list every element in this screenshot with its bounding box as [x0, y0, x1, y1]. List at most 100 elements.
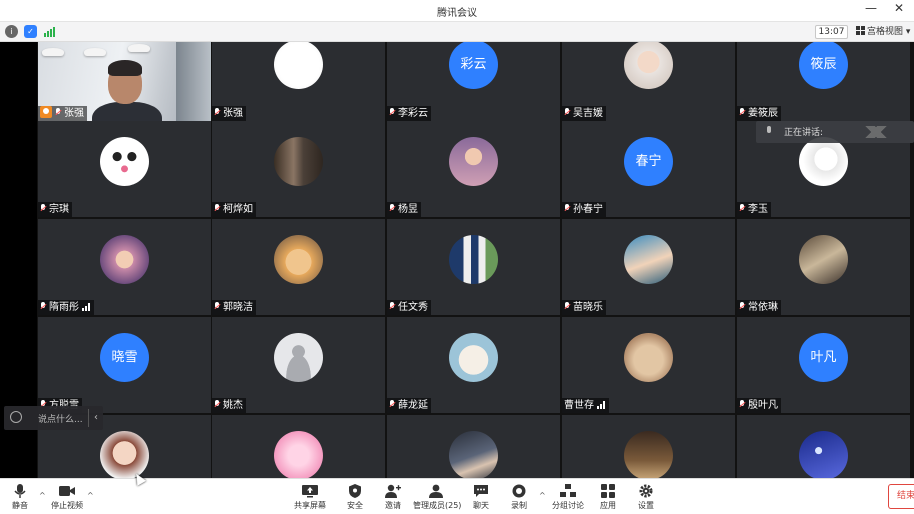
- participant-tile[interactable]: 晓雪方聪雪: [38, 317, 211, 413]
- participant-name: 吴吉媛: [573, 108, 603, 119]
- participant-tile[interactable]: 吴吉媛: [562, 42, 735, 121]
- record-icon: [511, 483, 527, 498]
- participant-name-tag: 李玉: [737, 202, 771, 217]
- participant-name: 薛龙延: [398, 400, 428, 411]
- participant-tile[interactable]: 宗琪: [38, 121, 211, 217]
- participant-tile[interactable]: 张强: [212, 42, 385, 121]
- participant-name: 苗晓乐: [573, 302, 603, 313]
- emoji-icon[interactable]: [10, 411, 22, 423]
- end-meeting-button[interactable]: 结束: [888, 484, 914, 509]
- participant-tile[interactable]: 筱辰 姜筱辰: [737, 42, 910, 121]
- manage-members-button[interactable]: 管理成员(25): [413, 483, 461, 513]
- signal-icon[interactable]: [44, 27, 56, 37]
- participant-name: 杨昱: [398, 204, 418, 215]
- participant-tile[interactable]: 姚杰: [212, 317, 385, 413]
- muted-mic-icon: [214, 302, 221, 311]
- muted-mic-icon: [214, 400, 221, 409]
- close-icon[interactable]: ✕: [890, 1, 908, 15]
- participant-avatar: [449, 431, 498, 478]
- minimize-icon[interactable]: —: [862, 1, 880, 15]
- muted-mic-icon: [564, 108, 571, 117]
- mute-label: 静音: [12, 501, 28, 510]
- muted-mic-icon: [739, 108, 746, 117]
- participant-name-tag: 曹世存: [562, 398, 609, 413]
- record-options-chevron-icon[interactable]: ^: [539, 491, 546, 500]
- speaking-label: 正在讲话:: [784, 128, 824, 138]
- muted-mic-icon: [40, 204, 47, 213]
- participant-avatar: 春宁: [624, 137, 673, 186]
- participant-tile[interactable]: [212, 415, 385, 478]
- participant-tile[interactable]: 隋雨彤: [38, 219, 211, 315]
- speaking-indicator: 正在讲话:: [756, 121, 914, 143]
- participant-name-tag: 杨昱: [387, 202, 421, 217]
- participant-name-tag: 张强: [38, 106, 87, 121]
- participant-name-tag: 隋雨彤: [38, 300, 94, 315]
- participant-tile[interactable]: 苗晓乐: [562, 219, 735, 315]
- security-label: 安全: [347, 501, 363, 510]
- signal-icon: [82, 303, 91, 311]
- participant-tile[interactable]: 薛龙延: [387, 317, 560, 413]
- participant-tile[interactable]: 叶凡 殷叶凡: [737, 317, 910, 413]
- participant-tile[interactable]: 彩云李彩云: [387, 42, 560, 121]
- participant-tile[interactable]: [562, 415, 735, 478]
- apps-button[interactable]: 应用: [597, 483, 619, 513]
- record-button[interactable]: 录制: [508, 483, 530, 513]
- participant-avatar: [449, 333, 498, 382]
- participant-tile[interactable]: [737, 415, 910, 478]
- collapse-chevron-icon[interactable]: ‹: [88, 409, 103, 427]
- chat-button[interactable]: 聊天: [470, 483, 492, 513]
- breakout-button[interactable]: 分组讨论: [551, 483, 585, 513]
- participant-avatar: 彩云: [449, 42, 498, 89]
- participant-avatar: [100, 431, 149, 478]
- participant-tile[interactable]: 杨昱: [387, 121, 560, 217]
- participant-tile[interactable]: 张强: [38, 42, 211, 121]
- participant-name: 张强: [64, 108, 84, 119]
- participant-tile[interactable]: 任文秀: [387, 219, 560, 315]
- participant-tile[interactable]: [387, 415, 560, 478]
- share-screen-button[interactable]: 共享屏幕: [293, 483, 327, 513]
- participant-tile[interactable]: 曹世存: [562, 317, 735, 413]
- quick-chat-box[interactable]: 说点什么... ‹: [4, 406, 103, 430]
- participant-avatar: [449, 137, 498, 186]
- participant-name: 李彩云: [398, 108, 428, 119]
- mute-button[interactable]: 静音: [7, 483, 33, 513]
- audio-options-chevron-icon[interactable]: ^: [39, 491, 46, 500]
- apps-label: 应用: [600, 501, 616, 510]
- participant-avatar: [274, 42, 323, 89]
- invite-button[interactable]: 邀请: [382, 483, 404, 513]
- participant-name: 宗琪: [49, 204, 69, 215]
- participant-name-tag: 任文秀: [387, 300, 431, 315]
- muted-mic-icon: [389, 204, 396, 213]
- participant-name-tag: 姚杰: [212, 398, 246, 413]
- participant-name-tag: 李彩云: [387, 106, 431, 121]
- participant-avatar: [449, 235, 498, 284]
- participant-avatar: [100, 137, 149, 186]
- members-icon: [428, 483, 444, 498]
- stop-video-button[interactable]: 停止视频: [49, 483, 85, 513]
- participant-name: 曹世存: [564, 400, 594, 411]
- info-icon[interactable]: i: [5, 25, 18, 38]
- participant-tile[interactable]: 柯烨如: [212, 121, 385, 217]
- apps-grid-icon: [600, 483, 616, 498]
- participant-avatar: [100, 235, 149, 284]
- breakout-icon: [560, 483, 576, 497]
- muted-mic-icon: [739, 400, 746, 409]
- shield-icon[interactable]: ✓: [24, 25, 37, 38]
- grid-icon: [856, 26, 865, 35]
- stop-video-label: 停止视频: [51, 501, 83, 510]
- muted-mic-icon: [564, 302, 571, 311]
- participant-tile[interactable]: 春宁 孙春宁: [562, 121, 735, 217]
- participant-tile[interactable]: 常依琳: [737, 219, 910, 315]
- meeting-toolbar: i ✓ 13:07 宫格视图 ▾: [0, 22, 914, 42]
- muted-mic-icon: [214, 204, 221, 213]
- participant-avatar: [624, 42, 673, 89]
- share-screen-label: 共享屏幕: [294, 501, 326, 510]
- microphone-icon: [12, 483, 28, 498]
- settings-button[interactable]: 设置: [635, 483, 657, 513]
- participant-tile[interactable]: 郭晓洁: [212, 219, 385, 315]
- participant-name-tag: 姜筱辰: [737, 106, 781, 121]
- video-options-chevron-icon[interactable]: ^: [87, 491, 94, 500]
- grid-view-button[interactable]: 宫格视图 ▾: [856, 25, 910, 39]
- participant-name: 柯烨如: [223, 204, 253, 215]
- security-button[interactable]: 安全: [344, 483, 366, 513]
